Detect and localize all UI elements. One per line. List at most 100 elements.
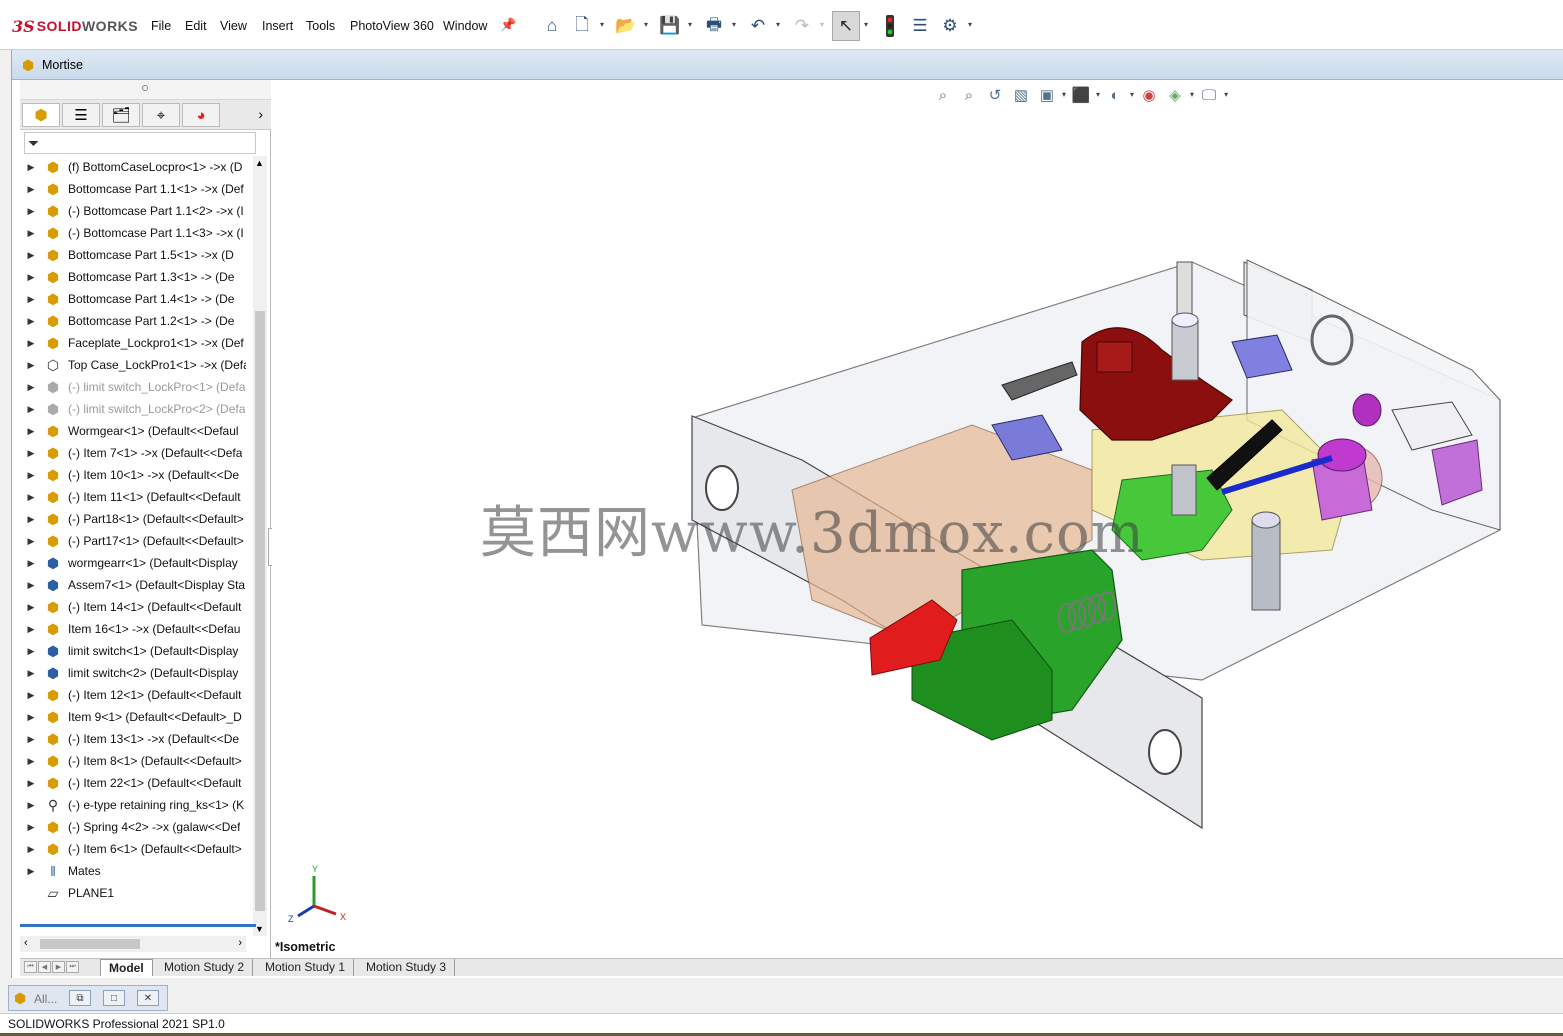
menu-view[interactable]: View	[220, 19, 247, 33]
menu-window[interactable]: Window	[443, 19, 487, 33]
expand-arrow-icon[interactable]: ▶	[20, 624, 42, 635]
undo-dropdown-icon[interactable]: ▾	[776, 20, 780, 29]
tree-item[interactable]: ▶ ⬢ (-) Item 6<1> (Default<<Default>	[20, 838, 246, 860]
expand-arrow-icon[interactable]: ▶	[20, 646, 42, 657]
redo-dropdown-icon[interactable]: ▾	[820, 20, 824, 29]
tree-item[interactable]: ▶ ⬢ Bottomcase Part 1.4<1> -> (De	[20, 288, 246, 310]
menu-edit[interactable]: Edit	[185, 19, 207, 33]
menu-tools[interactable]: Tools	[306, 19, 335, 33]
scroll-right-icon[interactable]: ›	[238, 937, 242, 949]
expand-arrow-icon[interactable]: ▶	[20, 316, 42, 327]
print-dropdown-icon[interactable]: ▾	[732, 20, 736, 29]
menu-insert[interactable]: Insert	[262, 19, 293, 33]
pin-menu-icon[interactable]: 📌	[500, 17, 516, 33]
tree-item[interactable]: ▶ ⬢ (f) BottomCaseLocpro<1> ->x (D	[20, 156, 246, 178]
tree-item[interactable]: ▶ ⬢ (-) Item 11<1> (Default<<Default	[20, 486, 246, 508]
scroll-up-icon[interactable]: ▲	[255, 158, 264, 168]
expand-arrow-icon[interactable]: ▶	[20, 514, 42, 525]
tree-item[interactable]: ▶ ⬢ (-) Item 12<1> (Default<<Default	[20, 684, 246, 706]
tree-item[interactable]: ▶ ⬢ (-) Item 8<1> (Default<<Default>	[20, 750, 246, 772]
home-icon[interactable]: ⌂	[540, 14, 564, 38]
select-dropdown-icon[interactable]: ▾	[864, 20, 868, 29]
tree-item[interactable]: ▶ ⬡ Top Case_LockPro1<1> ->x (Defa	[20, 354, 246, 376]
dimxpert-manager-tab[interactable]: ⌖	[142, 103, 180, 127]
expand-arrow-icon[interactable]: ▶	[20, 558, 42, 569]
expand-arrow-icon[interactable]: ▶	[20, 382, 42, 393]
expand-arrow-icon[interactable]: ▶	[20, 228, 42, 239]
minimized-document-window[interactable]: ⬢ All... ⧉ □ ✕	[8, 985, 168, 1011]
prev-tab-icon[interactable]: ◀	[38, 961, 51, 973]
tree-item[interactable]: ▶ ⬢ (-) Item 22<1> (Default<<Default	[20, 772, 246, 794]
expand-arrow-icon[interactable]: ▶	[20, 778, 42, 789]
tree-item[interactable]: ▶ ⬢ (-) Bottomcase Part 1.1<2> ->x (I	[20, 200, 246, 222]
new-document-icon[interactable]: 🗋	[570, 14, 594, 38]
expand-arrow-icon[interactable]: ▶	[20, 844, 42, 855]
tree-item[interactable]: ▶ ⬢ Assem7<1> (Default<Display Sta	[20, 574, 246, 596]
property-manager-tab[interactable]: ☰	[62, 103, 100, 127]
tab-motion-study-2[interactable]: Motion Study 2	[156, 959, 254, 976]
tree-item[interactable]: ▶ ⬢ (-) Part18<1> (Default<<Default>	[20, 508, 246, 530]
redo-icon[interactable]: ↷	[790, 14, 814, 38]
expand-arrow-icon[interactable]: ▶	[20, 294, 42, 305]
tree-item[interactable]: ▶ ⬢ Bottomcase Part 1.2<1> -> (De	[20, 310, 246, 332]
expand-arrow-icon[interactable]: ▶	[20, 360, 42, 371]
tree-item[interactable]: ▶ ⚲ (-) e-type retaining ring_ks<1> (K	[20, 794, 246, 816]
solidworks-logo[interactable]: 3S SOLIDWORKS	[12, 16, 138, 36]
configuration-manager-tab[interactable]: 🗂	[102, 103, 140, 127]
tree-item[interactable]: ▶ ⬢ Item 16<1> ->x (Default<<Defau	[20, 618, 246, 640]
tree-item[interactable]: ▱ PLANE1	[20, 882, 246, 900]
hscroll-thumb[interactable]	[40, 939, 140, 949]
expand-arrow-icon[interactable]: ▶	[20, 756, 42, 767]
expand-arrow-icon[interactable]: ▶	[20, 206, 42, 217]
expand-arrow-icon[interactable]: ▶	[20, 184, 42, 195]
tree-item[interactable]: ▶ ⬢ Bottomcase Part 1.5<1> ->x (D	[20, 244, 246, 266]
tree-vertical-scrollbar[interactable]: ▲ ▼	[253, 156, 267, 936]
tree-item[interactable]: ▶ ‖ Mates	[20, 860, 246, 882]
scroll-down-icon[interactable]: ▼	[255, 924, 264, 934]
tree-item[interactable]: ▶ ⬢ limit switch<1> (Default<Display	[20, 640, 246, 662]
last-tab-icon[interactable]: ⏭	[66, 961, 79, 973]
expand-arrow-icon[interactable]: ▶	[20, 404, 42, 415]
tree-item[interactable]: ▶ ⬢ (-) Spring 4<2> ->x (galaw<<Def	[20, 816, 246, 838]
expand-arrow-icon[interactable]: ▶	[20, 866, 42, 877]
tree-item[interactable]: ▶ ⬢ (-) Part17<1> (Default<<Default>	[20, 530, 246, 552]
tab-motion-study-1[interactable]: Motion Study 1	[257, 959, 355, 976]
tree-item[interactable]: ▶ ⬢ Bottomcase Part 1.3<1> -> (De	[20, 266, 246, 288]
file-properties-icon[interactable]: ☰	[908, 14, 932, 38]
filter-icon[interactable]: ⏷	[28, 135, 39, 152]
tab-model[interactable]: Model	[100, 959, 153, 976]
first-tab-icon[interactable]: ⏮	[24, 961, 37, 973]
save-dropdown-icon[interactable]: ▾	[688, 20, 692, 29]
expand-arrow-icon[interactable]: ▶	[20, 800, 42, 811]
save-icon[interactable]: 💾	[658, 14, 682, 38]
expand-arrow-icon[interactable]: ▶	[20, 162, 42, 173]
expand-arrow-icon[interactable]: ▶	[20, 536, 42, 547]
expand-arrow-icon[interactable]: ▶	[20, 668, 42, 679]
tree-item[interactable]: ▶ ⬢ Wormgear<1> (Default<<Defaul	[20, 420, 246, 442]
expand-arrow-icon[interactable]: ▶	[20, 712, 42, 723]
restore-window-icon[interactable]: ⧉	[69, 990, 91, 1006]
tree-item[interactable]: ▶ ⬢ (-) Item 14<1> (Default<<Default	[20, 596, 246, 618]
tree-item[interactable]: ▶ ⬢ Bottomcase Part 1.1<1> ->x (Def	[20, 178, 246, 200]
expand-arrow-icon[interactable]: ▶	[20, 426, 42, 437]
tree-item[interactable]: ▶ ⬢ limit switch<2> (Default<Display	[20, 662, 246, 684]
tree-item[interactable]: ▶ ⬢ Faceplate_Lockpro1<1> ->x (Def	[20, 332, 246, 354]
tree-item[interactable]: ▶ ⬢ (-) Bottomcase Part 1.1<3> ->x (I	[20, 222, 246, 244]
tree-item[interactable]: ▶ ⬢ (-) limit switch_LockPro<1> (Defa	[20, 376, 246, 398]
expand-arrow-icon[interactable]: ▶	[20, 250, 42, 261]
open-dropdown-icon[interactable]: ▾	[644, 20, 648, 29]
expand-arrow-icon[interactable]: ▶	[20, 690, 42, 701]
print-icon[interactable]: 🖶	[702, 14, 726, 38]
tree-item[interactable]: ▶ ⬢ (-) Item 7<1> ->x (Default<<Defa	[20, 442, 246, 464]
maximize-window-icon[interactable]: □	[103, 990, 125, 1006]
chevron-right-icon[interactable]: ›	[258, 106, 263, 122]
options-gear-icon[interactable]: ⚙	[938, 14, 962, 38]
tree-filter[interactable]: ⏷	[24, 132, 256, 154]
panel-grip[interactable]	[20, 80, 271, 100]
undo-icon[interactable]: ↶	[746, 14, 770, 38]
open-folder-icon[interactable]: 📂	[614, 14, 638, 38]
tree-horizontal-scrollbar[interactable]: ‹ ›	[20, 936, 246, 952]
expand-arrow-icon[interactable]: ▶	[20, 338, 42, 349]
expand-arrow-icon[interactable]: ▶	[20, 822, 42, 833]
next-tab-icon[interactable]: ▶	[52, 961, 65, 973]
